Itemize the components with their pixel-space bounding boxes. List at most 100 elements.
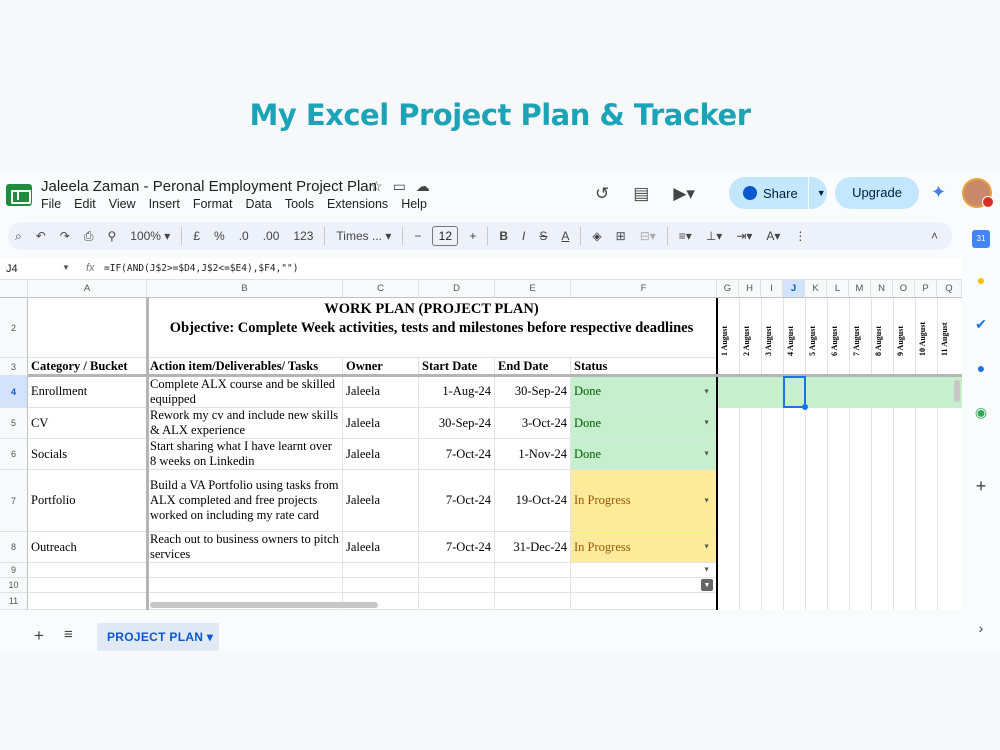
empty-cell[interactable] [28,563,147,578]
vertical-scrollbar[interactable] [954,380,960,402]
chevron-down-icon[interactable]: ▼ [703,540,710,555]
chevron-down-icon[interactable]: ▼ [703,447,710,462]
keep-icon[interactable]: ● [972,272,990,290]
move-folder-icon[interactable]: ▭ [393,178,406,195]
title-merged-cell[interactable]: WORK PLAN (PROJECT PLAN) Objective: Comp… [147,298,717,358]
undo-icon[interactable]: ↶ [29,229,53,243]
menu-view[interactable]: View [109,197,136,211]
status-dropdown[interactable]: Done ▼ [571,408,717,439]
merge-cells-icon[interactable]: ⊟▾ [633,229,663,243]
add-sheet-icon[interactable]: + [34,626,44,646]
row-header-3[interactable]: 3 [0,358,28,376]
version-history-icon[interactable]: ↺ [595,184,609,204]
selected-cell-j4[interactable] [783,376,808,410]
cell-category[interactable]: CV [28,408,147,439]
gemini-icon[interactable]: ✦ [931,182,946,203]
more-formats-button[interactable]: 123 [286,229,320,243]
empty-cell[interactable] [419,578,495,593]
row-header-4[interactable]: 4 [0,376,28,408]
cell-a2[interactable] [28,298,147,358]
more-options-icon[interactable]: ⋮ [787,229,813,243]
decrease-decimal-button[interactable]: .0 [232,229,256,243]
empty-cell[interactable] [571,593,717,610]
empty-cell[interactable] [495,563,571,578]
date-header[interactable]: 7 August [852,316,861,356]
cell-task[interactable]: Complete ALX course and be skilled equip… [147,376,343,408]
menu-data[interactable]: Data [245,197,271,211]
cell-end-date[interactable]: 31-Dec-24 [495,532,571,563]
menu-help[interactable]: Help [401,197,427,211]
date-header[interactable]: 5 August [808,316,817,356]
empty-cell[interactable] [419,563,495,578]
zoom-select[interactable]: 100% ▾ [123,229,177,243]
chevron-down-icon[interactable]: ▼ [62,263,70,272]
empty-cell[interactable]: ▼ [571,563,717,578]
status-dropdown[interactable]: In Progress ▼ [571,470,717,532]
document-title[interactable]: Jaleela Zaman - Peronal Employment Proje… [41,178,377,195]
cell-category[interactable]: Portfolio [28,470,147,532]
cell-task[interactable]: Build a VA Portfolio using tasks from AL… [147,470,343,532]
column-header-n[interactable]: N [871,280,893,298]
cell-category[interactable]: Socials [28,439,147,470]
cell-end-date[interactable]: 3-Oct-24 [495,408,571,439]
column-header-k[interactable]: K [805,280,827,298]
increase-decimal-button[interactable]: .00 [256,229,287,243]
status-dropdown[interactable]: Done ▼ [571,439,717,470]
text-wrapping-icon[interactable]: ⇥▾ [729,229,759,243]
cell-category[interactable]: Outreach [28,532,147,563]
column-header-p[interactable]: P [915,280,937,298]
corner-select-all[interactable] [0,280,28,298]
menu-format[interactable]: Format [193,197,233,211]
row-header-11[interactable]: 11 [0,593,28,610]
empty-cell[interactable] [28,578,147,593]
menu-file[interactable]: File [41,197,61,211]
share-dropdown-icon[interactable]: ▼ [817,188,826,198]
empty-cell[interactable] [495,578,571,593]
empty-cell[interactable]: ▼ [571,578,717,593]
date-header[interactable]: 11 August [940,316,949,356]
percent-format-button[interactable]: % [207,229,232,243]
strikethrough-icon[interactable]: S [532,229,554,243]
row-header-2[interactable]: 2 [0,298,28,358]
spreadsheet-grid[interactable]: A B C D E F G H I J K L M N O P Q 2 3 4 … [0,280,962,610]
cell-end-date[interactable]: 19-Oct-24 [495,470,571,532]
empty-cell[interactable] [495,593,571,610]
row-header-8[interactable]: 8 [0,532,28,563]
cell-category[interactable]: Enrollment [28,376,147,408]
status-dropdown[interactable]: In Progress ▼ [571,532,717,563]
name-box[interactable]: J4 [6,263,18,275]
bold-icon[interactable]: B [492,229,515,243]
column-header-m[interactable]: M [849,280,871,298]
search-icon[interactable]: ⌕ [8,229,29,244]
column-header-f[interactable]: F [571,280,717,298]
date-header[interactable]: 3 August [764,316,773,356]
menu-edit[interactable]: Edit [74,197,96,211]
empty-cell[interactable] [28,593,147,610]
column-header-g[interactable]: G [717,280,739,298]
redo-icon[interactable]: ↷ [53,229,77,243]
dropdown-chip-icon[interactable]: ▼ [701,579,713,591]
chevron-down-icon[interactable]: ▼ [703,384,710,399]
empty-cell[interactable] [419,593,495,610]
horizontal-align-icon[interactable]: ≡▾ [672,229,699,243]
add-addon-icon[interactable]: + [972,476,990,496]
share-button[interactable]: Share ▼ [729,177,827,209]
date-header[interactable]: 4 August [786,316,795,356]
empty-cell[interactable] [343,563,419,578]
star-icon[interactable]: ☆ [370,178,383,195]
cell-start-date[interactable]: 1-Aug-24 [419,376,495,408]
vertical-align-icon[interactable]: ⊥▾ [699,229,729,243]
cell-owner[interactable]: Jaleela [343,532,419,563]
column-header-i[interactable]: I [761,280,783,298]
cell-owner[interactable]: Jaleela [343,408,419,439]
text-rotation-icon[interactable]: A▾ [759,229,787,243]
tasks-icon[interactable]: ✔ [972,316,990,334]
chevron-down-icon[interactable]: ▼ [703,416,710,431]
collapse-toolbar-icon[interactable]: ˄ [924,229,952,243]
empty-cell[interactable] [147,578,343,593]
paint-format-icon[interactable]: ⚲ [100,229,123,243]
cloud-status-icon[interactable]: ☁ [416,178,430,195]
cell-owner[interactable]: Jaleela [343,439,419,470]
empty-cell[interactable] [147,563,343,578]
tab-project-plan[interactable]: PROJECT PLAN ▾ [97,623,219,651]
